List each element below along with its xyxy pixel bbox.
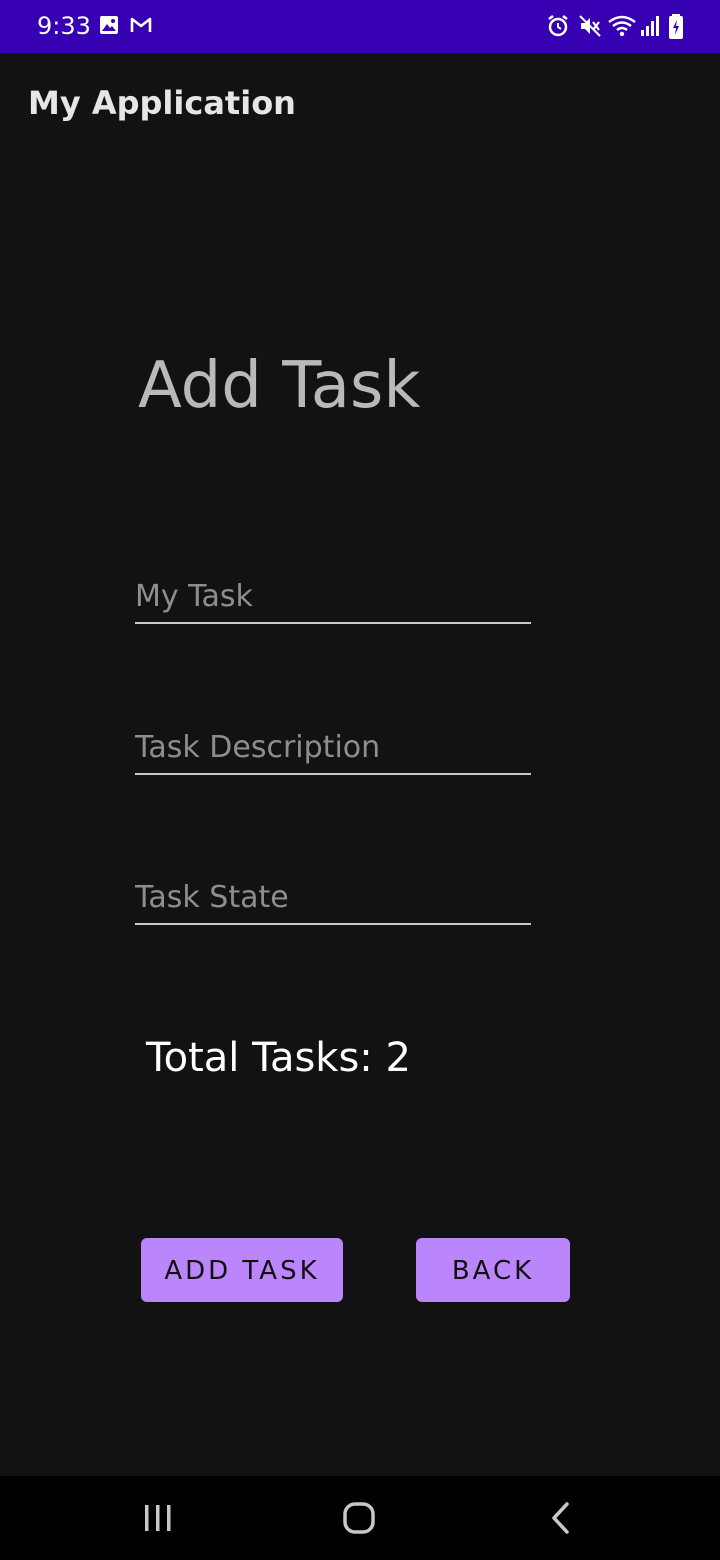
gmail-icon: [129, 14, 153, 40]
mute-icon: [577, 13, 603, 43]
navigation-bar: [0, 1476, 720, 1560]
recent-apps-icon[interactable]: [140, 1498, 176, 1542]
task-name-input[interactable]: [135, 570, 531, 624]
home-icon[interactable]: [339, 1498, 379, 1542]
status-bar: 9:33: [0, 0, 720, 53]
back-button[interactable]: BACK: [416, 1238, 570, 1302]
battery-charging-icon: [667, 13, 685, 45]
total-tasks-label: Total Tasks:: [146, 1035, 373, 1081]
total-tasks: Total Tasks: 2: [146, 1034, 411, 1082]
gallery-icon: [98, 14, 120, 40]
page-heading: Add Task: [138, 349, 421, 423]
add-task-button[interactable]: ADD TASK: [141, 1238, 343, 1302]
task-description-input[interactable]: [135, 721, 531, 775]
alarm-icon: [545, 13, 571, 43]
total-tasks-count: 2: [385, 1035, 411, 1081]
status-time: 9:33: [37, 12, 91, 40]
app-title: My Application: [28, 84, 296, 122]
wifi-icon: [607, 13, 637, 43]
back-nav-icon[interactable]: [545, 1498, 575, 1542]
signal-icon: [640, 13, 662, 43]
task-state-input[interactable]: [135, 871, 531, 925]
